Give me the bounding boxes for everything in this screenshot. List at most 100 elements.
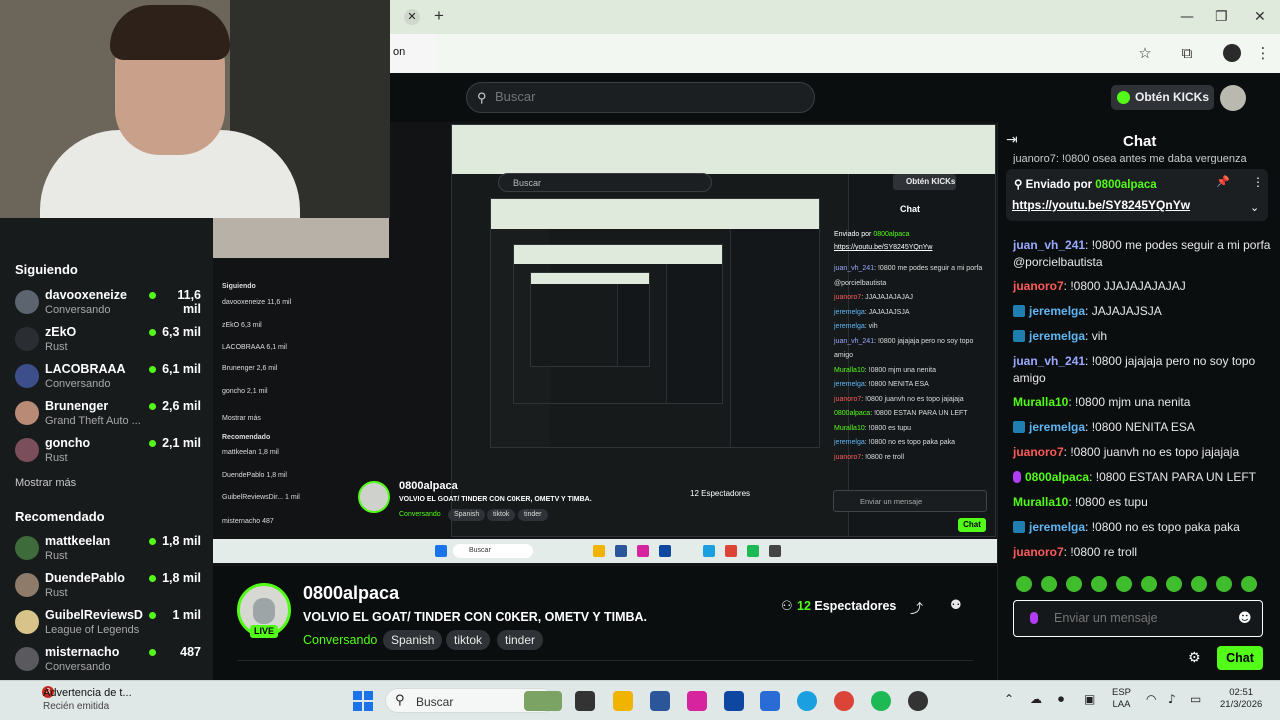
chat-username[interactable]: juan_vh_241 xyxy=(1013,354,1085,368)
inner-sidebar-item: Recomendado xyxy=(222,434,271,441)
share-icon[interactable]: ⤴ xyxy=(910,598,923,617)
menu-icon[interactable]: ⋮ xyxy=(1254,44,1272,62)
chat-input-box[interactable]: ☻ xyxy=(1013,600,1263,637)
emote-icon[interactable] xyxy=(1016,576,1032,592)
more-options-icon[interactable]: ⋮ xyxy=(1252,175,1264,189)
follow-user-icon[interactable]: ⚉ xyxy=(950,598,962,613)
sidebar-channel[interactable]: LACOBRAAA Conversando 6,1 mil xyxy=(15,362,201,396)
emote-icon[interactable] xyxy=(1216,576,1232,592)
chat-username[interactable]: Muralla10 xyxy=(1013,395,1068,409)
wifi-icon[interactable]: ◠ xyxy=(1146,692,1156,706)
task-view-icon[interactable] xyxy=(575,691,595,711)
tab-close-icon[interactable]: ✕ xyxy=(404,9,420,25)
new-tab-icon[interactable]: + xyxy=(434,6,444,26)
tag-tinder[interactable]: tinder xyxy=(497,630,544,650)
volume-icon[interactable]: ♪ xyxy=(1168,692,1176,706)
emote-icon[interactable] xyxy=(1116,576,1132,592)
sidebar-channel[interactable]: misternacho Conversando 487 xyxy=(15,645,201,679)
pinned-link[interactable]: https://youtu.be/SY8245YQnYw xyxy=(1012,198,1190,212)
tag-tiktok[interactable]: tiktok xyxy=(446,630,491,650)
sidebar-channel[interactable]: goncho Rust 2,1 mil xyxy=(15,436,201,470)
sidebar-channel[interactable]: davooxeneize Conversando 11,6 mil xyxy=(15,288,201,322)
language-indicator[interactable]: ESP LAA xyxy=(1112,687,1131,711)
chat-username[interactable]: 0800alpaca xyxy=(1025,470,1089,484)
app-icon[interactable] xyxy=(760,691,780,711)
chat-username[interactable]: jeremelga xyxy=(1029,420,1085,434)
emote-icon[interactable] xyxy=(1191,576,1207,592)
mic-icon[interactable]: ⏺ xyxy=(1058,692,1064,707)
inner-chat-line: juanoro7: !0800 re troll xyxy=(834,454,904,461)
sidebar-channel[interactable]: mattkeelan Rust 1,8 mil xyxy=(15,534,201,568)
chat-input[interactable] xyxy=(1054,611,1224,625)
divider xyxy=(237,660,973,680)
chat-username[interactable]: jeremelga xyxy=(1029,520,1085,534)
instagram-icon[interactable] xyxy=(687,691,707,711)
chat-username[interactable]: jeremelga xyxy=(1029,329,1085,343)
minimize-icon[interactable]: — xyxy=(1180,9,1194,25)
spotify-icon[interactable] xyxy=(871,691,891,711)
chat-username[interactable]: juanoro7 xyxy=(1013,445,1064,459)
sidebar-channel[interactable]: DuendePablo Rust 1,8 mil xyxy=(15,571,201,605)
notification-widget[interactable]: 3 Advertencia de t... Recién emitida xyxy=(16,686,146,714)
file-explorer-icon[interactable] xyxy=(613,691,633,711)
sidebar-channel[interactable]: GuibelReviewsDir... League of Legends 1 mi… xyxy=(15,608,201,642)
channel-avatar xyxy=(15,647,39,671)
clock[interactable]: 02:51 21/3/2026 xyxy=(1220,687,1262,711)
maximize-icon[interactable]: ❐ xyxy=(1215,9,1228,25)
inner-chat-text: : JAJAJAJSJA xyxy=(864,308,910,316)
editor-icon[interactable] xyxy=(724,691,744,711)
emoji-icon[interactable]: ☻ xyxy=(1238,611,1252,626)
recommended-heading: Recomendado xyxy=(15,509,105,524)
channel-name: DuendePablo xyxy=(45,571,125,585)
channel-category: Rust xyxy=(45,550,68,562)
send-chat-button[interactable]: Chat xyxy=(1217,646,1263,670)
inner-chat-line: amigo xyxy=(834,352,853,359)
chat-username[interactable]: jeremelga xyxy=(1029,304,1085,318)
star-icon[interactable]: ☆ xyxy=(1136,44,1154,62)
pin-icon[interactable]: 📌 xyxy=(1216,175,1230,188)
battery-icon[interactable]: ▭ xyxy=(1190,692,1201,706)
extensions-icon[interactable]: ⧉ xyxy=(1178,44,1196,62)
chat-username[interactable]: juan_vh_241 xyxy=(1013,238,1085,252)
inner-chat-line: 0800alpaca: !0800 ESTAN PARA UN LEFT xyxy=(834,410,968,417)
search-input[interactable] xyxy=(495,89,795,104)
user-avatar[interactable] xyxy=(1220,85,1246,111)
chat-message: juanoro7: !0800 JJAJAJAJAJAJ xyxy=(1013,278,1271,295)
windows-start-icon[interactable] xyxy=(353,691,373,711)
emote-icon[interactable] xyxy=(1141,576,1157,592)
inner-sidebar-item: Mostrar más xyxy=(222,415,261,422)
tag-spanish[interactable]: Spanish xyxy=(383,630,443,650)
chrome-icon[interactable] xyxy=(834,691,854,711)
settings-gear-icon[interactable]: ⚙ xyxy=(1188,650,1201,666)
streamer-name[interactable]: 0800alpaca xyxy=(303,583,399,604)
stream-category[interactable]: Conversando xyxy=(303,633,377,647)
search-bar[interactable]: ⚲ xyxy=(466,82,815,113)
widget-landscape-icon[interactable] xyxy=(524,691,562,711)
sidebar-channel[interactable]: zEkO Rust 6,3 mil xyxy=(15,325,201,359)
chat-username[interactable]: juanoro7 xyxy=(1013,545,1064,559)
obs-icon[interactable] xyxy=(908,691,928,711)
kick-coin-icon xyxy=(1117,91,1130,104)
cloud-icon[interactable]: ☁ xyxy=(1030,692,1042,706)
emote-icon[interactable] xyxy=(1241,576,1257,592)
chat-username[interactable]: juanoro7 xyxy=(1013,279,1064,293)
show-more-link[interactable]: Mostrar más xyxy=(15,477,76,489)
inner-chat-user: Muralla10 xyxy=(834,424,865,432)
inner-chat-text: : !0800 jajajaja pero no soy topo xyxy=(874,337,974,345)
profile-icon[interactable] xyxy=(1223,44,1241,62)
close-window-icon[interactable]: ✕ xyxy=(1254,9,1266,25)
emote-icon[interactable] xyxy=(1166,576,1182,592)
get-kicks-button[interactable]: Obtén KICKs xyxy=(1111,85,1214,110)
emote-icon[interactable] xyxy=(1041,576,1057,592)
display-icon[interactable]: ▣ xyxy=(1084,692,1095,706)
chat-username[interactable]: Muralla10 xyxy=(1013,495,1068,509)
taskbar-search-label: Buscar xyxy=(416,695,454,709)
sidebar-channel[interactable]: Brunenger Grand Theft Auto ... 2,6 mil xyxy=(15,399,201,433)
chevron-down-icon[interactable]: ⌄ xyxy=(1250,201,1259,214)
chevron-up-icon[interactable]: ⌃ xyxy=(1004,692,1014,706)
collapse-chat-icon[interactable]: ⇥ xyxy=(1006,132,1018,148)
edge-icon[interactable] xyxy=(797,691,817,711)
emote-icon[interactable] xyxy=(1091,576,1107,592)
store-icon[interactable] xyxy=(650,691,670,711)
emote-icon[interactable] xyxy=(1066,576,1082,592)
